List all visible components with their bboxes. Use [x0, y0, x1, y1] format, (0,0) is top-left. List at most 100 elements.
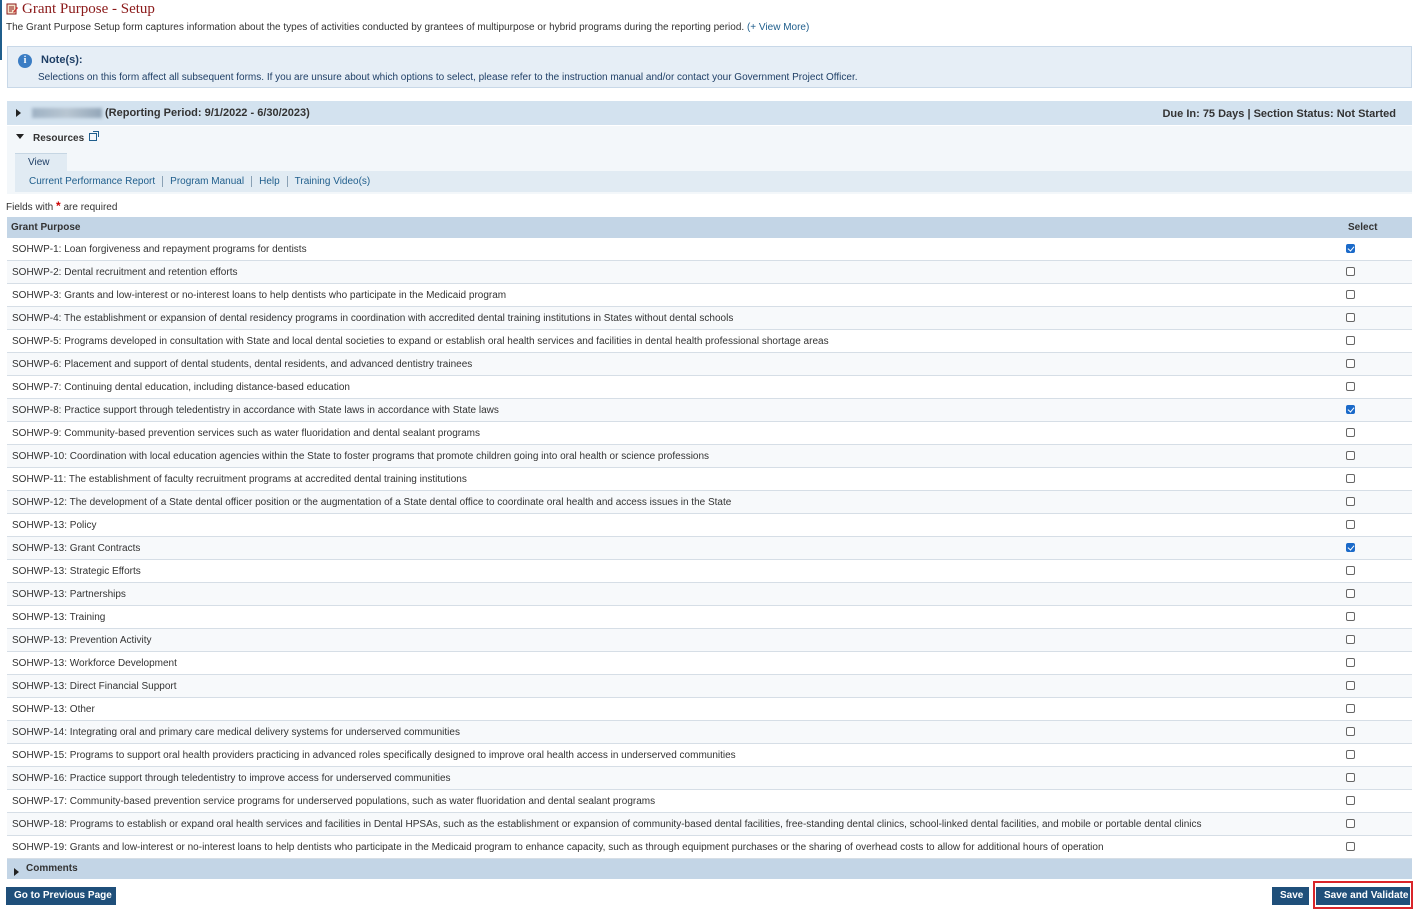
select-checkbox[interactable]: [1346, 428, 1355, 438]
select-cell: [1338, 559, 1412, 583]
select-checkbox[interactable]: [1346, 359, 1355, 369]
select-checkbox[interactable]: [1346, 635, 1355, 645]
table-row: SOHWP-13: Prevention Activity: [7, 628, 1412, 652]
grant-purpose-label: SOHWP-19: Grants and low-interest or no-…: [7, 835, 1338, 859]
select-cell: [1338, 283, 1412, 307]
grant-purpose-label: SOHWP-4: The establishment or expansion …: [7, 306, 1338, 330]
select-checkbox[interactable]: [1346, 244, 1355, 254]
reporting-period-bar[interactable]: (Reporting Period: 9/1/2022 - 6/30/2023)…: [7, 101, 1412, 125]
table-row: SOHWP-2: Dental recruitment and retentio…: [7, 260, 1412, 284]
previous-page-button[interactable]: Go to Previous Page: [6, 887, 116, 905]
page-title: Grant Purpose - Setup: [22, 0, 155, 17]
select-checkbox[interactable]: [1346, 382, 1355, 392]
required-fields-note: Fields with * are required: [6, 199, 117, 213]
table-row: SOHWP-4: The establishment or expansion …: [7, 306, 1412, 330]
select-cell: [1338, 421, 1412, 445]
link-current-performance-report[interactable]: Current Performance Report: [29, 176, 155, 187]
tab-view[interactable]: View: [15, 153, 67, 171]
select-cell: [1338, 812, 1412, 836]
grant-purpose-label: SOHWP-10: Coordination with local educat…: [7, 444, 1338, 468]
grant-purpose-label: SOHWP-13: Strategic Efforts: [7, 559, 1338, 583]
select-cell: [1338, 513, 1412, 537]
table-row: SOHWP-13: Partnerships: [7, 582, 1412, 606]
select-cell: [1338, 444, 1412, 468]
select-checkbox[interactable]: [1346, 612, 1355, 622]
table-body: SOHWP-1: Loan forgiveness and repayment …: [7, 238, 1412, 859]
select-cell: [1338, 720, 1412, 744]
required-star: *: [56, 199, 61, 213]
column-header-select: Select: [1338, 217, 1412, 238]
save-and-validate-button[interactable]: Save and Validate: [1316, 887, 1410, 905]
select-checkbox[interactable]: [1346, 681, 1355, 691]
select-checkbox[interactable]: [1346, 750, 1355, 760]
select-checkbox[interactable]: [1346, 474, 1355, 484]
view-more-link[interactable]: (+ View More): [747, 22, 809, 33]
note-title: Note(s):: [41, 54, 83, 66]
select-checkbox[interactable]: [1346, 290, 1355, 300]
select-cell: [1338, 398, 1412, 422]
select-checkbox[interactable]: [1346, 658, 1355, 668]
select-checkbox[interactable]: [1346, 497, 1355, 507]
comments-bar[interactable]: Comments: [7, 859, 1412, 879]
grant-purpose-label: SOHWP-15: Programs to support oral healt…: [7, 743, 1338, 767]
expand-caret-icon[interactable]: [16, 109, 21, 117]
table-row: SOHWP-13: Training: [7, 605, 1412, 629]
table-row: SOHWP-13: Policy: [7, 513, 1412, 537]
select-cell: [1338, 628, 1412, 652]
select-checkbox[interactable]: [1346, 520, 1355, 530]
select-checkbox[interactable]: [1346, 267, 1355, 277]
table-row: SOHWP-15: Programs to support oral healt…: [7, 743, 1412, 767]
select-checkbox[interactable]: [1346, 589, 1355, 599]
table-row: SOHWP-11: The establishment of faculty r…: [7, 467, 1412, 491]
select-cell: [1338, 260, 1412, 284]
link-training-videos[interactable]: Training Video(s): [295, 176, 371, 187]
select-cell: [1338, 835, 1412, 859]
grant-purpose-label: SOHWP-3: Grants and low-interest or no-i…: [7, 283, 1338, 307]
redacted-grantee-name: [32, 108, 102, 118]
grant-purpose-label: SOHWP-17: Community-based prevention ser…: [7, 789, 1338, 813]
select-checkbox[interactable]: [1346, 405, 1355, 415]
note-box: i Note(s): Selections on this form affec…: [7, 46, 1412, 88]
grant-purpose-label: SOHWP-13: Workforce Development: [7, 651, 1338, 675]
select-cell: [1338, 490, 1412, 514]
section-status: Due In: 75 Days | Section Status: Not St…: [1162, 108, 1396, 120]
grant-purpose-label: SOHWP-9: Community-based prevention serv…: [7, 421, 1338, 445]
link-program-manual[interactable]: Program Manual: [170, 176, 244, 187]
select-checkbox[interactable]: [1346, 842, 1355, 852]
select-checkbox[interactable]: [1346, 336, 1355, 346]
select-checkbox[interactable]: [1346, 566, 1355, 576]
select-cell: [1338, 605, 1412, 629]
select-checkbox[interactable]: [1346, 773, 1355, 783]
info-icon: i: [18, 54, 32, 68]
select-checkbox[interactable]: [1346, 727, 1355, 737]
select-checkbox[interactable]: [1346, 543, 1355, 553]
external-link-icon[interactable]: [89, 131, 99, 141]
table-row: SOHWP-13: Grant Contracts: [7, 536, 1412, 560]
table-row: SOHWP-10: Coordination with local educat…: [7, 444, 1412, 468]
comments-title[interactable]: Comments: [26, 863, 78, 874]
table-row: SOHWP-18: Programs to establish or expan…: [7, 812, 1412, 836]
grant-purpose-label: SOHWP-13: Partnerships: [7, 582, 1338, 606]
select-cell: [1338, 306, 1412, 330]
collapse-caret-icon[interactable]: [16, 134, 24, 139]
expand-caret-icon[interactable]: [14, 868, 19, 876]
grant-purpose-label: SOHWP-18: Programs to establish or expan…: [7, 812, 1338, 836]
grant-purpose-label: SOHWP-5: Programs developed in consultat…: [7, 329, 1338, 353]
select-checkbox[interactable]: [1346, 819, 1355, 829]
resources-title[interactable]: Resources: [33, 133, 84, 144]
select-cell: [1338, 352, 1412, 376]
select-checkbox[interactable]: [1346, 704, 1355, 714]
table-row: SOHWP-7: Continuing dental education, in…: [7, 375, 1412, 399]
save-button[interactable]: Save: [1272, 887, 1309, 905]
select-checkbox[interactable]: [1346, 796, 1355, 806]
page-description: The Grant Purpose Setup form captures in…: [6, 22, 809, 33]
table-row: SOHWP-13: Strategic Efforts: [7, 559, 1412, 583]
link-help[interactable]: Help: [259, 176, 280, 187]
grant-purpose-label: SOHWP-11: The establishment of faculty r…: [7, 467, 1338, 491]
grant-purpose-label: SOHWP-8: Practice support through telede…: [7, 398, 1338, 422]
table-row: SOHWP-9: Community-based prevention serv…: [7, 421, 1412, 445]
select-checkbox[interactable]: [1346, 451, 1355, 461]
select-cell: [1338, 238, 1412, 261]
select-checkbox[interactable]: [1346, 313, 1355, 323]
select-cell: [1338, 582, 1412, 606]
